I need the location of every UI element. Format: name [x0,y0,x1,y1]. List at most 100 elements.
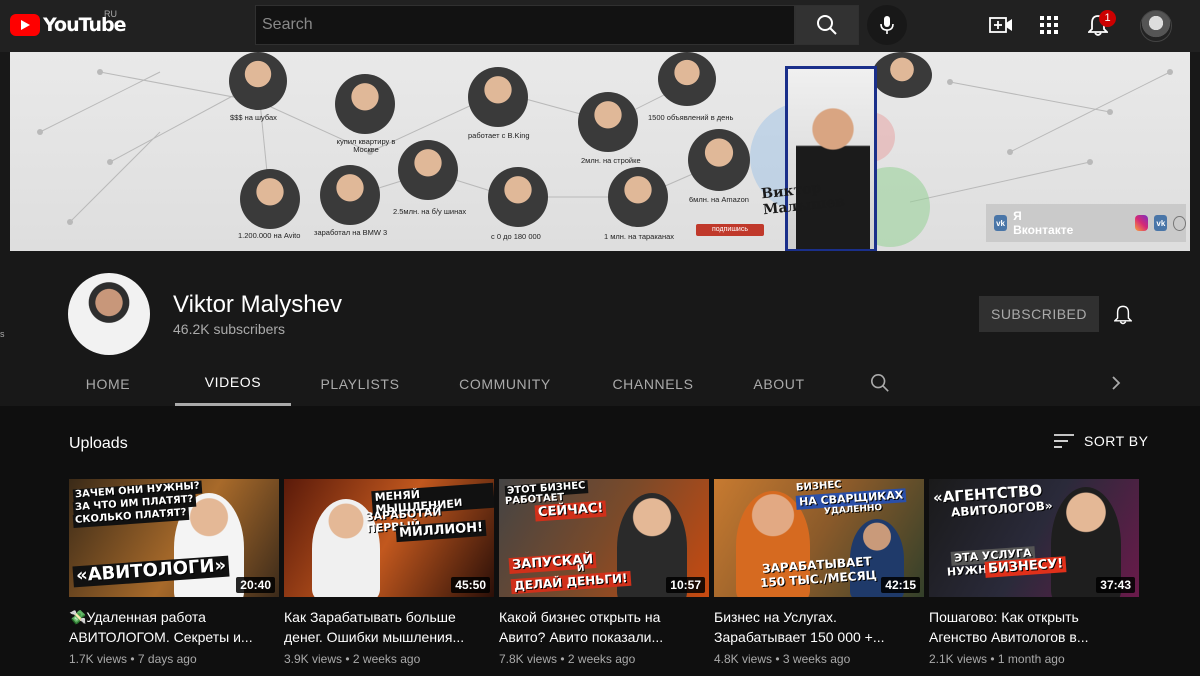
video-card[interactable]: «АГЕНТСТВО АВИТОЛОГОВ» ЭТА УСЛУГА НУЖНА … [929,479,1139,666]
tab-about[interactable]: ABOUT [748,361,810,406]
thumbnail-text: УДАЛЕННО [823,502,883,518]
tab-videos[interactable]: VIDEOS [175,361,291,406]
vk-icon[interactable]: vk [1154,215,1168,231]
video-thumbnail[interactable]: «АГЕНТСТВО АВИТОЛОГОВ» ЭТА УСЛУГА НУЖНА … [929,479,1139,597]
video-title[interactable]: 💸Удаленная работа АВИТОЛОГОМ. Секреты и.… [69,607,274,647]
region-code: RU [104,9,117,19]
search-icon [817,15,837,35]
portrait-photo [488,167,548,227]
video-title[interactable]: Как Зарабатывать больше денег. Ошибки мы… [284,607,489,647]
video-meta: 3.9K views • 2 weeks ago [284,652,421,666]
view-count: 4.8K views [714,652,773,666]
tab-community[interactable]: COMMUNITY [455,361,555,406]
tabs-scroll-right-button[interactable] [1110,373,1122,398]
portrait-photo [335,74,395,134]
portrait-photo [872,52,932,98]
banner-caption: 1 млн. на тараканах [604,232,675,241]
portrait-photo [688,129,750,191]
video-thumbnail[interactable]: БИЗНЕС НА СВАРЩИКАХ УДАЛЕННО ЗАРАБАТЫВАЕ… [714,479,924,597]
edge-marker: s [0,329,5,339]
banner-caption: работает с B.King [468,131,530,140]
tab-playlists[interactable]: PLAYLISTS [315,361,405,406]
search-icon [871,374,889,392]
uploads-section: Uploads SORT BY ЗАЧЕМ ОНИ НУЖНЫ? ЗА ЧТО … [0,406,1200,676]
sort-icon [1054,434,1074,448]
subscriber-count: 46.2K subscribers [173,321,286,337]
notification-preferences-button[interactable] [1110,301,1136,327]
video-thumbnail[interactable]: ЭТОТ БИЗНЕС РАБОТАЕТ СЕЙЧАС! ЗАПУСКАЙ И … [499,479,709,597]
video-title[interactable]: Пошагово: Как открыть Агенство Авитолого… [929,607,1134,647]
banner-caption: $$$ на шубах [230,113,277,122]
banner-link-label[interactable]: Я Вконтакте [1013,209,1073,237]
tab-channels[interactable]: CHANNELS [607,361,699,406]
view-count: 1.7K views [69,652,128,666]
video-card[interactable]: МЕНЯЙ МЫШЛЕНИЕ И ЗАРАБОТАЙ ПЕРВЫЙ МИЛЛИО… [284,479,494,666]
youtube-play-icon [10,14,40,36]
video-thumbnail[interactable]: ЗАЧЕМ ОНИ НУЖНЫ? ЗА ЧТО ИМ ПЛАТЯТ? СКОЛЬ… [69,479,279,597]
upload-age: 2 weeks ago [567,652,636,666]
upload-age: 2 weeks ago [352,652,421,666]
search-button[interactable] [795,5,859,45]
channel-search-button[interactable] [870,373,890,398]
banner-caption: 1.200.000 на Avito [238,231,301,240]
masthead: YouTube RU Search 1 [0,0,1200,52]
apps-button[interactable] [1036,12,1062,38]
video-meta: 1.7K views • 7 days ago [69,652,197,666]
banner-caption: 2.5млн. на б/у шинах [393,207,467,216]
channel-tabs: HOME VIDEOS PLAYLISTS COMMUNITY CHANNELS… [70,361,1200,406]
portrait-photo [320,165,380,225]
banner-subscribe-graphic: подпишись [696,224,764,236]
subscribed-button[interactable]: SUBSCRIBED [979,296,1099,332]
video-meta: 4.8K views • 3 weeks ago [714,652,851,666]
account-avatar[interactable] [1140,10,1172,42]
chevron-right-icon [1112,376,1121,390]
search-input[interactable] [255,5,795,45]
video-title[interactable]: Какой бизнес открыть на Авито? Авито пок… [499,607,704,647]
video-card[interactable]: БИЗНЕС НА СВАРЩИКАХ УДАЛЕННО ЗАРАБАТЫВАЕ… [714,479,924,666]
video-card[interactable]: ЭТОТ БИЗНЕС РАБОТАЕТ СЕЙЧАС! ЗАПУСКАЙ И … [499,479,709,666]
view-count: 7.8K views [499,652,558,666]
bell-icon [1114,305,1132,324]
portrait-photo [468,67,528,127]
video-duration: 10:57 [666,577,705,593]
portrait-photo [608,167,668,227]
video-thumbnail[interactable]: МЕНЯЙ МЫШЛЕНИЕ И ЗАРАБОТАЙ ПЕРВЫЙ МИЛЛИО… [284,479,494,597]
create-video-icon [989,17,1012,33]
sort-by-button[interactable]: SORT BY [1054,433,1148,449]
vk-icon[interactable]: vk [994,215,1008,231]
portrait-photo [578,92,638,152]
instagram-icon[interactable] [1135,215,1149,231]
microphone-icon [880,16,894,34]
banner-links: vk Я Вконтакте vk [986,204,1186,242]
thumbnail-text: ДЕЛАЙ ДЕНЬГИ! [510,570,631,594]
apps-grid-icon [1040,16,1058,34]
create-video-button[interactable] [988,12,1014,38]
host-portrait [796,97,870,249]
video-title[interactable]: Бизнес на Услугах. Зарабатывает 150 000 … [714,607,919,647]
portrait-photo [229,52,287,110]
voice-search-button[interactable] [867,5,907,45]
banner-caption: 6млн. на Amazon [689,195,749,204]
channel-avatar[interactable] [68,273,150,355]
globe-icon[interactable] [1173,215,1186,231]
view-count: 2.1K views [929,652,988,666]
video-meta: 7.8K views • 2 weeks ago [499,652,636,666]
thumbnail-text: БИЗНЕС [795,479,842,494]
portrait-photo [240,169,300,229]
channel-banner: $$$ на шубах купил квартиру в Москве раб… [10,52,1190,251]
upload-age: 1 month ago [997,652,1065,666]
banner-caption: 1500 объявлений в день [648,113,734,122]
video-duration: 42:15 [881,577,920,593]
portrait-photo [658,52,716,106]
video-duration: 20:40 [236,577,275,593]
channel-name: Viktor Malyshev [173,291,342,318]
banner-caption: заработал на BMW 3 [314,228,388,237]
banner-caption: купил квартиру в Москве [336,137,396,154]
video-card[interactable]: ЗАЧЕМ ОНИ НУЖНЫ? ЗА ЧТО ИМ ПЛАТЯТ? СКОЛЬ… [69,479,279,666]
sort-by-label: SORT BY [1084,433,1149,449]
notification-badge: 1 [1099,10,1116,27]
tab-home[interactable]: HOME [70,361,146,406]
host-portrait-frame [785,66,877,251]
video-duration: 37:43 [1096,577,1135,593]
view-count: 3.9K views [284,652,343,666]
